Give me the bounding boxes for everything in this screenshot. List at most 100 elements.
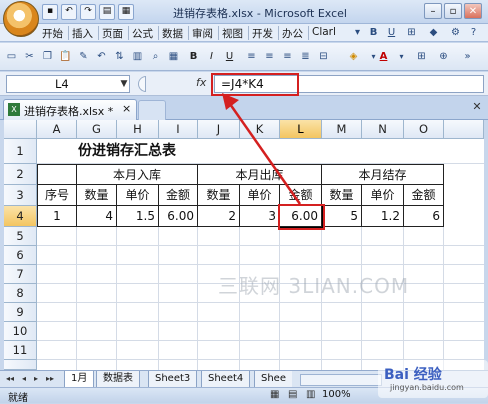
fill-color-icon[interactable]: ◈ [346, 49, 361, 64]
view-layout-icon[interactable]: ▤ [288, 389, 297, 400]
grid-icon[interactable]: ▦ [166, 49, 181, 64]
column-header[interactable]: K [240, 120, 280, 139]
menu-page[interactable]: 页面 [102, 26, 123, 40]
column-header[interactable]: H [117, 120, 159, 139]
header-cell[interactable]: 数量 [322, 185, 362, 206]
header-cell[interactable]: 单价 [362, 185, 404, 206]
underline-icon[interactable]: U [384, 25, 399, 40]
column-header[interactable]: N [362, 120, 404, 139]
data-cell[interactable]: 4 [77, 206, 117, 227]
row-header-selected[interactable]: 4 [4, 206, 37, 227]
sheet-tab[interactable]: Sheet4 [201, 371, 251, 388]
name-box[interactable]: L4 [6, 75, 130, 93]
redo-icon[interactable]: ↷ [80, 4, 96, 20]
header-cell[interactable]: 数量 [198, 185, 240, 206]
new-icon[interactable]: ▭ [4, 49, 19, 64]
chevron-down-icon[interactable]: ▼ [118, 75, 130, 93]
maximize-button[interactable]: ▫ [444, 3, 462, 19]
row-header[interactable]: 7 [4, 265, 37, 284]
menu-office[interactable]: 办公 [282, 26, 303, 40]
open-icon[interactable]: ▤ [99, 4, 115, 20]
sheet-tab[interactable]: Shee [254, 371, 292, 388]
last-sheet-icon[interactable]: ▸▸ [46, 374, 54, 383]
chart-icon[interactable]: ▥ [130, 49, 145, 64]
menu-data[interactable]: 数据 [162, 26, 183, 40]
view-normal-icon[interactable]: ▦ [270, 389, 279, 400]
row-header[interactable]: 6 [4, 246, 37, 265]
font-color-icon[interactable]: A [376, 49, 391, 64]
column-header[interactable]: A [37, 120, 77, 139]
next-sheet-icon[interactable]: ▸ [34, 374, 38, 383]
data-cell[interactable]: 6.00 [159, 206, 198, 227]
header-cell[interactable]: 序号 [37, 185, 77, 206]
first-sheet-icon[interactable]: ◂◂ [6, 374, 14, 383]
data-cell[interactable]: 1.5 [117, 206, 159, 227]
view-pagebreak-icon[interactable]: ▥ [306, 389, 315, 400]
fx-icon[interactable]: fx [196, 76, 206, 89]
column-header[interactable]: M [322, 120, 362, 139]
header-cell[interactable]: 金额 [159, 185, 198, 206]
data-cell[interactable]: 1.2 [362, 206, 404, 227]
menu-developer[interactable]: 开发 [252, 26, 273, 40]
column-header[interactable]: I [159, 120, 198, 139]
cut-icon[interactable]: ✂ [22, 49, 37, 64]
column-header-selected[interactable]: L [280, 120, 322, 139]
settings-icon[interactable]: ⚙ [448, 25, 463, 40]
document-tab[interactable]: X 进销存表格.xlsx * × [3, 99, 137, 120]
header-cell[interactable]: 金额 [280, 185, 322, 206]
close-button[interactable]: ✕ [464, 3, 482, 19]
justify-icon[interactable]: ≣ [298, 49, 313, 64]
menu-home[interactable]: 开始 [42, 26, 63, 40]
group-header-in[interactable]: 本月入库 [77, 164, 198, 185]
minimize-button[interactable]: – [424, 3, 442, 19]
paste-icon[interactable]: 📋 [58, 49, 73, 64]
menu-formulas[interactable]: 公式 [132, 26, 153, 40]
row-header[interactable]: 8 [4, 284, 37, 303]
menu-insert[interactable]: 插入 [72, 26, 93, 40]
menu-clarl[interactable]: Clarl [312, 26, 336, 40]
sheet-tab[interactable]: 数据表 [96, 371, 140, 388]
row-header[interactable]: 2 [4, 164, 37, 185]
bold-icon[interactable]: B [186, 49, 201, 64]
cell-a2[interactable] [37, 164, 77, 185]
prev-sheet-icon[interactable]: ◂ [22, 374, 26, 383]
sheet-title[interactable]: 份进销存汇总表 [77, 139, 277, 164]
data-cell[interactable]: 5 [322, 206, 362, 227]
column-header[interactable]: J [198, 120, 240, 139]
sheet-tab[interactable]: Sheet3 [148, 371, 198, 388]
close-icon[interactable]: ✕ [470, 100, 484, 114]
row-header[interactable]: 9 [4, 303, 37, 322]
align-left-icon[interactable]: ≡ [244, 49, 259, 64]
horizontal-scrollbar[interactable] [300, 374, 382, 386]
header-cell[interactable]: 单价 [240, 185, 280, 206]
borders-icon[interactable]: ⊞ [404, 25, 419, 40]
header-cell[interactable]: 单价 [117, 185, 159, 206]
save-icon[interactable]: ▪ [42, 4, 58, 20]
group-header-balance[interactable]: 本月结存 [322, 164, 444, 185]
align-center-icon[interactable]: ≡ [262, 49, 277, 64]
column-header[interactable]: G [77, 120, 117, 139]
sort-icon[interactable]: ⇅ [112, 49, 127, 64]
bold-icon[interactable]: B [366, 25, 381, 40]
formula-splitter[interactable] [138, 76, 146, 92]
more-icon[interactable]: » [460, 49, 475, 64]
zoom-level[interactable]: 100% [322, 389, 351, 400]
merge-icon[interactable]: ⊟ [316, 49, 331, 64]
align-right-icon[interactable]: ≡ [280, 49, 295, 64]
data-cell[interactable]: 1 [37, 206, 77, 227]
office-button[interactable] [3, 1, 39, 37]
font-color-dropdown-icon[interactable]: ▾ [394, 49, 409, 64]
column-header[interactable] [444, 120, 484, 139]
format-painter-icon[interactable]: ✎ [76, 49, 91, 64]
data-cell[interactable]: 3 [240, 206, 280, 227]
header-cell[interactable]: 数量 [77, 185, 117, 206]
row-header[interactable]: 11 [4, 341, 37, 360]
zoom-icon[interactable]: ⊕ [436, 49, 451, 64]
copy-icon[interactable]: ❐ [40, 49, 55, 64]
menu-view[interactable]: 视图 [222, 26, 243, 40]
group-header-out[interactable]: 本月出库 [198, 164, 322, 185]
select-all-corner[interactable] [4, 120, 37, 139]
print-icon[interactable]: ▦ [118, 4, 134, 20]
sheet-tab-active[interactable]: 1月 [64, 371, 95, 388]
row-header[interactable] [4, 360, 37, 370]
